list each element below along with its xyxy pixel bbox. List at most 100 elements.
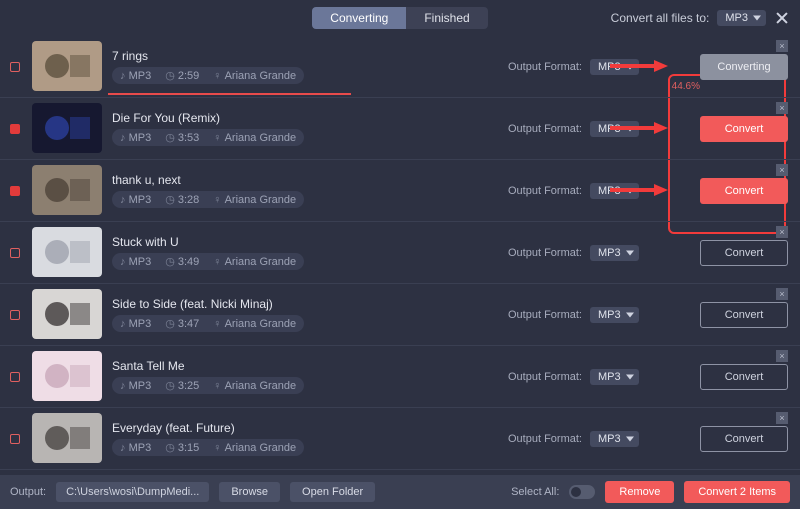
thumbnail	[32, 165, 102, 215]
music-note-icon: ♪	[120, 132, 126, 144]
track-duration: 3:15	[178, 442, 199, 454]
track-meta: ♪ MP3 ◷ 3:15 ♀ Ariana Grande	[112, 439, 498, 456]
convert-button[interactable]: Convert	[700, 178, 788, 204]
track-checkbox[interactable]	[10, 310, 20, 320]
track-info: thank u, next ♪ MP3 ◷ 3:28 ♀ Ariana Gran…	[112, 165, 498, 216]
thumbnail	[32, 41, 102, 91]
artist-icon: ♀	[213, 194, 221, 206]
remove-track-icon[interactable]: ×	[776, 350, 788, 362]
track-artist: Ariana Grande	[225, 70, 297, 82]
track-title: Side to Side (feat. Nicki Minaj)	[112, 297, 498, 311]
output-format-select[interactable]: MP3	[590, 431, 639, 447]
convert-all-format-select[interactable]: MP3	[717, 10, 766, 26]
convert-items-button[interactable]: Convert 2 Items	[684, 481, 790, 503]
meta-pill: ♪ MP3 ◷ 3:28 ♀ Ariana Grande	[112, 191, 304, 208]
output-format-label: Output Format:	[508, 309, 582, 321]
remove-track-icon[interactable]: ×	[776, 288, 788, 300]
clock-icon: ◷	[165, 256, 175, 268]
convert-all-label: Convert all files to:	[611, 11, 710, 25]
progress-bar: 44.6%	[108, 93, 660, 95]
track-row: Die For You (Remix) ♪ MP3 ◷ 3:53 ♀ Arian…	[0, 98, 800, 160]
checkbox-col	[8, 289, 22, 340]
open-folder-button[interactable]: Open Folder	[290, 482, 375, 502]
track-meta: ♪ MP3 ◷ 3:25 ♀ Ariana Grande	[112, 377, 498, 394]
music-note-icon: ♪	[120, 70, 126, 82]
output-format-label: Output Format:	[508, 185, 582, 197]
remove-button[interactable]: Remove	[605, 481, 674, 503]
meta-pill: ♪ MP3 ◷ 2:59 ♀ Ariana Grande	[112, 67, 304, 84]
track-title: thank u, next	[112, 173, 498, 187]
track-duration: 3:47	[178, 318, 199, 330]
output-format-label: Output Format:	[508, 247, 582, 259]
output-format-col: Output Format: MP3	[508, 165, 678, 216]
track-checkbox[interactable]	[10, 62, 20, 72]
close-icon[interactable]	[774, 10, 790, 26]
track-title: 7 rings	[112, 49, 498, 63]
track-format: MP3	[129, 380, 152, 392]
convert-button[interactable]: Convert	[700, 116, 788, 142]
track-checkbox[interactable]	[10, 372, 20, 382]
music-note-icon: ♪	[120, 442, 126, 454]
track-checkbox[interactable]	[10, 434, 20, 444]
remove-track-icon[interactable]: ×	[776, 226, 788, 238]
track-duration: 3:53	[178, 132, 199, 144]
track-meta: ♪ MP3 ◷ 2:59 ♀ Ariana Grande	[112, 67, 498, 84]
music-note-icon: ♪	[120, 256, 126, 268]
track-row: Everyday (feat. Future) ♪ MP3 ◷ 3:15 ♀ A…	[0, 408, 800, 470]
track-meta: ♪ MP3 ◷ 3:28 ♀ Ariana Grande	[112, 191, 498, 208]
output-format-select[interactable]: MP3	[590, 183, 639, 199]
track-duration: 2:59	[178, 70, 199, 82]
convert-button[interactable]: Convert	[700, 302, 788, 328]
remove-track-icon[interactable]: ×	[776, 40, 788, 52]
track-info: Side to Side (feat. Nicki Minaj) ♪ MP3 ◷…	[112, 289, 498, 340]
convert-button[interactable]: Converting	[700, 54, 788, 80]
track-format: MP3	[129, 256, 152, 268]
remove-track-icon[interactable]: ×	[776, 102, 788, 114]
output-format-select[interactable]: MP3	[590, 307, 639, 323]
track-checkbox[interactable]	[10, 186, 20, 196]
output-label: Output:	[10, 486, 46, 498]
select-all-toggle[interactable]	[569, 485, 595, 499]
track-format: MP3	[129, 70, 152, 82]
output-path[interactable]: C:\Users\wosi\DumpMedi...	[56, 482, 209, 502]
track-checkbox[interactable]	[10, 248, 20, 258]
output-format-select[interactable]: MP3	[590, 369, 639, 385]
track-checkbox[interactable]	[10, 124, 20, 134]
output-format-select[interactable]: MP3	[590, 59, 639, 75]
music-note-icon: ♪	[120, 318, 126, 330]
artist-icon: ♀	[213, 318, 221, 330]
output-format-col: Output Format: MP3	[508, 41, 678, 92]
track-title: Santa Tell Me	[112, 359, 498, 373]
convert-button[interactable]: Convert	[700, 240, 788, 266]
thumbnail	[32, 289, 102, 339]
output-format-select[interactable]: MP3	[590, 121, 639, 137]
tab-finished[interactable]: Finished	[406, 7, 487, 29]
convert-button[interactable]: Convert	[700, 364, 788, 390]
remove-track-icon[interactable]: ×	[776, 164, 788, 176]
action-col: × Converting	[688, 41, 788, 92]
track-title: Everyday (feat. Future)	[112, 421, 498, 435]
clock-icon: ◷	[165, 70, 175, 82]
track-list: 7 rings ♪ MP3 ◷ 2:59 ♀ Ariana Grande Out…	[0, 36, 800, 475]
clock-icon: ◷	[165, 194, 175, 206]
artist-icon: ♀	[213, 132, 221, 144]
checkbox-col	[8, 41, 22, 92]
artist-icon: ♀	[213, 380, 221, 392]
tab-converting[interactable]: Converting	[312, 7, 406, 29]
track-format: MP3	[129, 442, 152, 454]
meta-pill: ♪ MP3 ◷ 3:53 ♀ Ariana Grande	[112, 129, 304, 146]
progress-text: 44.6%	[672, 81, 700, 92]
track-row: 7 rings ♪ MP3 ◷ 2:59 ♀ Ariana Grande Out…	[0, 36, 800, 98]
checkbox-col	[8, 351, 22, 402]
output-format-select[interactable]: MP3	[590, 245, 639, 261]
header: Converting Finished Convert all files to…	[0, 0, 800, 36]
footer: Output: C:\Users\wosi\DumpMedi... Browse…	[0, 475, 800, 509]
action-col: × Convert	[688, 413, 788, 464]
remove-track-icon[interactable]: ×	[776, 412, 788, 424]
browse-button[interactable]: Browse	[219, 482, 280, 502]
thumbnail	[32, 413, 102, 463]
track-info: 7 rings ♪ MP3 ◷ 2:59 ♀ Ariana Grande	[112, 41, 498, 92]
action-col: × Convert	[688, 227, 788, 278]
convert-button[interactable]: Convert	[700, 426, 788, 452]
checkbox-col	[8, 227, 22, 278]
